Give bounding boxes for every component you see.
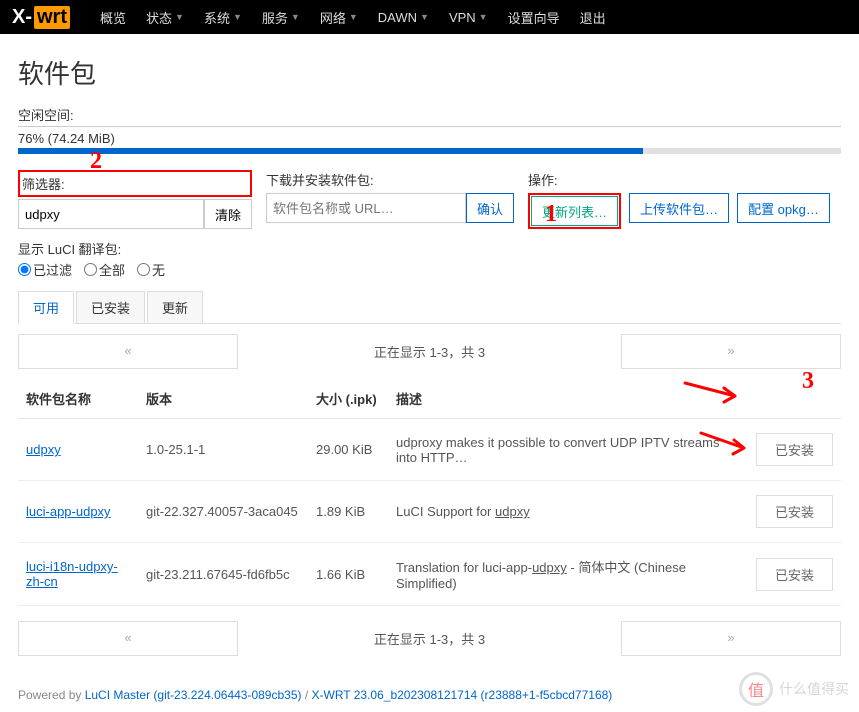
logo-x: X-: [12, 6, 32, 29]
pager-info: 正在显示 1-3，共 3: [238, 334, 621, 369]
luci-trans-label: 显示 LuCI 翻译包:: [18, 239, 841, 258]
tabs: 可用 已安装 更新: [18, 291, 841, 324]
configure-opkg-button[interactable]: 配置 opkg…: [737, 193, 830, 223]
pkg-version: git-23.211.67645-fd6fb5c: [138, 543, 308, 606]
free-space-label: 空闲空间:: [18, 105, 841, 127]
th-size: 大小 (.ipk): [308, 379, 388, 419]
radio-all[interactable]: 全部: [84, 260, 125, 279]
pkg-name-link[interactable]: luci-app-udpxy: [26, 504, 111, 519]
update-list-button[interactable]: 更新列表…: [531, 196, 618, 226]
pkg-version: git-22.327.40057-3aca045: [138, 481, 308, 543]
nav-dawn[interactable]: DAWN▼: [368, 8, 439, 27]
watermark-text: 什么值得买: [779, 679, 849, 699]
page-title: 软件包: [18, 54, 841, 91]
logo: X-wrt: [12, 6, 70, 29]
pkg-desc: udproxy makes it possible to convert UDP…: [388, 419, 741, 481]
nav-logout[interactable]: 退出: [570, 8, 616, 27]
watermark-badge: 值: [739, 672, 773, 706]
free-space-value: 76% (74.24 MiB): [18, 131, 841, 146]
chevron-down-icon: ▼: [291, 12, 300, 22]
top-navbar: X-wrt 概览 状态▼ 系统▼ 服务▼ 网络▼ DAWN▼ VPN▼ 设置向导…: [0, 0, 859, 34]
install-button[interactable]: 已安装: [756, 558, 833, 591]
confirm-button[interactable]: 确认: [466, 193, 514, 223]
free-space-bar: [18, 148, 841, 154]
radio-none[interactable]: 无: [137, 260, 165, 279]
pager-prev-bottom[interactable]: «: [18, 621, 238, 656]
watermark: 值 什么值得买: [739, 672, 849, 706]
actions-label: 操作:: [528, 170, 830, 189]
install-button[interactable]: 已安装: [756, 495, 833, 528]
nav-overview[interactable]: 概览: [90, 8, 136, 27]
footer-luci-link[interactable]: LuCI Master (git-23.224.06443-089cb35): [85, 688, 302, 702]
table-row: luci-app-udpxy git-22.327.40057-3aca045 …: [18, 481, 841, 543]
logo-wrt: wrt: [34, 6, 70, 29]
pager-prev[interactable]: «: [18, 334, 238, 369]
pkg-size: 1.89 KiB: [308, 481, 388, 543]
upload-package-button[interactable]: 上传软件包…: [629, 193, 729, 223]
footer-xwrt-link[interactable]: X-WRT 23.06_b202308121714 (r23888+1-f5cb…: [312, 688, 613, 702]
filter-input[interactable]: [18, 199, 204, 229]
pkg-desc: Translation for luci-app-udpxy - 简体中文 (C…: [388, 543, 741, 606]
download-label: 下载并安装软件包:: [266, 170, 514, 189]
nav-vpn[interactable]: VPN▼: [439, 8, 498, 27]
chevron-down-icon: ▼: [420, 12, 429, 22]
chevron-down-icon: ▼: [233, 12, 242, 22]
clear-button[interactable]: 清除: [204, 199, 252, 229]
pkg-version: 1.0-25.1-1: [138, 419, 308, 481]
th-desc: 描述: [388, 379, 741, 419]
pkg-name-link[interactable]: udpxy: [26, 442, 61, 457]
pkg-size: 29.00 KiB: [308, 419, 388, 481]
filter-label: 筛选器:: [22, 177, 65, 192]
pkg-name-link[interactable]: luci-i18n-udpxy-zh-cn: [26, 559, 118, 589]
th-name: 软件包名称: [18, 379, 138, 419]
nav-network[interactable]: 网络▼: [310, 8, 368, 27]
tab-available[interactable]: 可用: [18, 291, 74, 324]
chevron-down-icon: ▼: [349, 12, 358, 22]
nav-wizard[interactable]: 设置向导: [498, 8, 570, 27]
install-button[interactable]: 已安装: [756, 433, 833, 466]
pager-next-bottom[interactable]: »: [621, 621, 841, 656]
pkg-desc: LuCI Support for udpxy: [388, 481, 741, 543]
th-version: 版本: [138, 379, 308, 419]
table-row: udpxy 1.0-25.1-1 29.00 KiB udproxy makes…: [18, 419, 841, 481]
packages-table: 软件包名称 版本 大小 (.ipk) 描述 udpxy 1.0-25.1-1 2…: [18, 379, 841, 606]
table-row: luci-i18n-udpxy-zh-cn git-23.211.67645-f…: [18, 543, 841, 606]
pkg-size: 1.66 KiB: [308, 543, 388, 606]
chevron-down-icon: ▼: [479, 12, 488, 22]
pager-next[interactable]: »: [621, 334, 841, 369]
free-space-fill: [18, 148, 643, 154]
package-url-input[interactable]: [266, 193, 466, 223]
nav-system[interactable]: 系统▼: [194, 8, 252, 27]
nav-status[interactable]: 状态▼: [136, 8, 194, 27]
radio-filtered[interactable]: 已过滤: [18, 260, 72, 279]
tab-installed[interactable]: 已安装: [76, 291, 145, 323]
footer: Powered by LuCI Master (git-23.224.06443…: [0, 678, 859, 712]
tab-updates[interactable]: 更新: [147, 291, 203, 323]
chevron-down-icon: ▼: [175, 12, 184, 22]
pager-info-bottom: 正在显示 1-3，共 3: [238, 621, 621, 656]
nav-menu: 概览 状态▼ 系统▼ 服务▼ 网络▼ DAWN▼ VPN▼ 设置向导 退出: [90, 8, 616, 27]
nav-services[interactable]: 服务▼: [252, 8, 310, 27]
